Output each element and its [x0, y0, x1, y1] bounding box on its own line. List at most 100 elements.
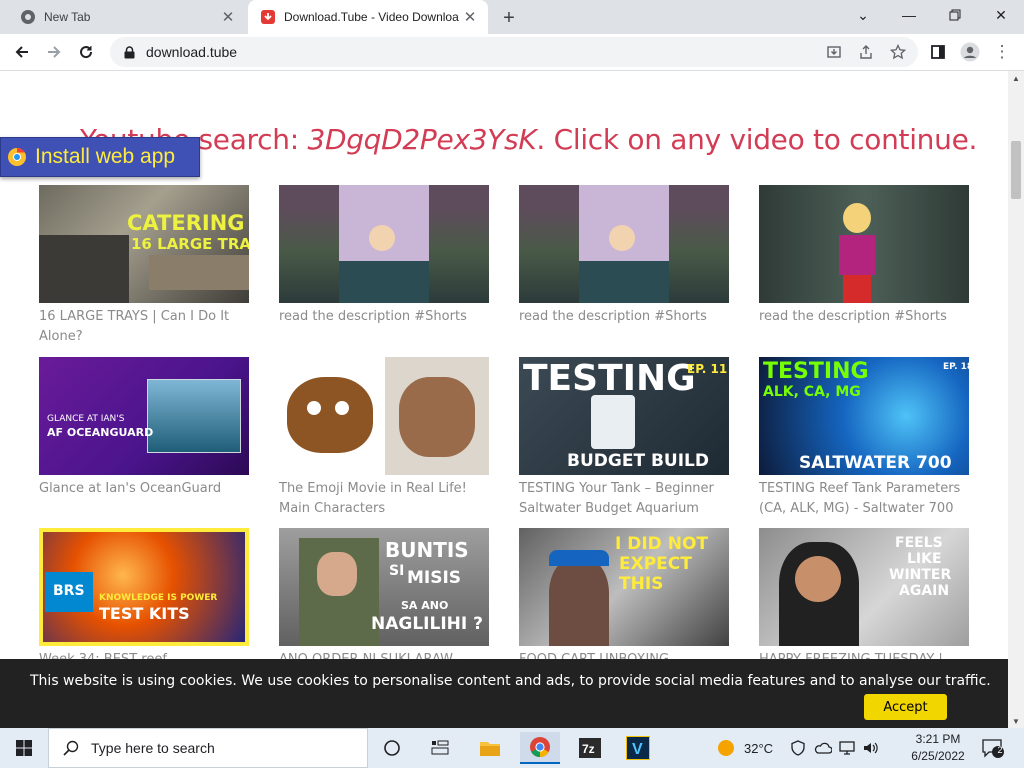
install-web-app-button[interactable]: Install web app [0, 137, 200, 177]
share-icon[interactable] [854, 40, 878, 64]
address-bar[interactable]: download.tube [110, 37, 918, 67]
chrome-logo-icon [8, 148, 26, 166]
scroll-up-arrow-icon[interactable]: ▲ [1008, 71, 1024, 85]
bookmark-star-icon[interactable] [886, 40, 910, 64]
video-thumbnail[interactable]: TESTING EP. 11 BUDGET BUILD [519, 357, 729, 475]
onedrive-icon[interactable] [814, 728, 832, 768]
video-card[interactable]: CATERING 16 LARGE TRAYS 16 LARGE TRAYS |… [39, 185, 249, 347]
install-label: Install web app [35, 145, 176, 168]
clock-time: 3:21 PM [915, 732, 961, 746]
tab-download-tube[interactable]: Download.Tube - Video Downloa ✕ [248, 0, 488, 34]
video-thumbnail[interactable]: BUNTIS SI MISIS SA ANO NAGLILIHI ? [279, 528, 489, 646]
menu-kebab-icon[interactable]: ⋮ [988, 38, 1016, 66]
thumbnail-title-text: SI [389, 563, 405, 579]
thumbnail-title-text: THIS [619, 574, 664, 594]
video-thumbnail[interactable]: GLANCE AT IAN'S AF OCEANGUARD [39, 357, 249, 475]
video-card[interactable]: I DID NOT EXPECT THIS FOOD CART UNBOXING [519, 528, 729, 670]
video-caption[interactable]: Glance at Ian's OceanGuard [39, 479, 249, 499]
weather-widget[interactable]: 32°C [716, 728, 773, 768]
video-card[interactable]: read the description #Shorts [279, 185, 489, 327]
video-thumbnail[interactable] [759, 185, 969, 303]
video-caption[interactable]: read the description #Shorts [759, 307, 969, 327]
task-view-icon[interactable] [372, 732, 412, 764]
profile-avatar-icon[interactable] [956, 38, 984, 66]
page-scrollbar[interactable]: ▲ ▼ [1008, 71, 1024, 728]
scrollbar-thumb[interactable] [1011, 141, 1021, 199]
thumbnail-title-text: TEST KITS [99, 604, 190, 623]
video-thumbnail[interactable]: I DID NOT EXPECT THIS [519, 528, 729, 646]
thumbnail-subtitle-text: SA ANO [401, 599, 449, 612]
video-card[interactable]: GLANCE AT IAN'S AF OCEANGUARD Glance at … [39, 357, 249, 499]
thumbnail-title-text: BUNTIS [385, 538, 469, 562]
close-tab-icon[interactable]: ✕ [218, 7, 238, 27]
video-card[interactable]: read the description #Shorts [759, 185, 969, 327]
network-icon[interactable] [838, 728, 856, 768]
video-card[interactable]: The Emoji Movie in Real Life! Main Chara… [279, 357, 489, 519]
sun-icon [718, 740, 734, 756]
v-app-icon[interactable]: V [618, 732, 658, 764]
browser-toolbar: download.tube ⋮ [0, 34, 1024, 71]
download-tube-favicon [260, 9, 276, 25]
thumbnail-subtitle-text: GLANCE AT IAN'S [47, 414, 125, 424]
notifications-icon[interactable]: 2 [982, 728, 1004, 768]
forward-arrow-icon[interactable] [40, 38, 68, 66]
widgets-icon[interactable] [420, 732, 460, 764]
notification-count: 2 [997, 745, 1003, 755]
video-thumbnail[interactable]: TESTING ALK, CA, MG EP. 18 SALTWATER 700 [759, 357, 969, 475]
file-explorer-icon[interactable] [470, 732, 510, 764]
install-app-icon[interactable] [822, 40, 846, 64]
video-card[interactable]: TESTING ALK, CA, MG EP. 18 SALTWATER 700… [759, 357, 969, 519]
thumbnail-title-text: TESTING [523, 358, 696, 399]
reload-icon[interactable] [72, 38, 100, 66]
video-card[interactable]: read the description #Shorts [519, 185, 729, 327]
thumbnail-episode-text: EP. 18 [943, 362, 969, 372]
video-caption[interactable]: read the description #Shorts [279, 307, 489, 327]
video-thumbnail[interactable] [279, 357, 489, 475]
video-caption[interactable]: TESTING Your Tank – Beginner Saltwater B… [519, 479, 729, 519]
tab-new-tab[interactable]: New Tab ✕ [8, 0, 246, 34]
page-content: Youtube search: 3DgqD2Pex3YsK. Click on … [0, 71, 1008, 728]
windows-start-icon[interactable] [0, 728, 48, 768]
video-card[interactable]: TESTING EP. 11 BUDGET BUILD TESTING Your… [519, 357, 729, 519]
tab-title: New Tab [44, 10, 91, 24]
close-tab-icon[interactable]: ✕ [460, 7, 480, 27]
thumbnail-subtitle-text: ALK, CA, MG [763, 384, 861, 400]
taskbar-search-box[interactable]: Type here to search [48, 728, 368, 768]
video-card[interactable]: BUNTIS SI MISIS SA ANO NAGLILIHI ? ANO O… [279, 528, 489, 670]
lock-icon[interactable] [122, 45, 136, 59]
close-window-button[interactable]: ✕ [978, 0, 1024, 30]
restore-button[interactable] [932, 0, 978, 30]
thumbnail-logo-text: BRS [53, 583, 85, 599]
video-thumbnail[interactable]: BRS KNOWLEDGE IS POWER TEST KITS [39, 528, 249, 646]
chrome-taskbar-icon[interactable] [520, 732, 560, 764]
thumbnail-title-text: AGAIN [899, 583, 950, 599]
minimize-button[interactable]: — [886, 0, 932, 30]
tab-search-icon[interactable]: ⌄ [840, 0, 886, 30]
video-caption[interactable]: TESTING Reef Tank Parameters (CA, ALK, M… [759, 479, 969, 519]
video-thumbnail[interactable] [279, 185, 489, 303]
video-caption[interactable]: The Emoji Movie in Real Life! Main Chara… [279, 479, 489, 519]
video-thumbnail[interactable]: CATERING 16 LARGE TRAYS [39, 185, 249, 303]
accept-cookies-button[interactable]: Accept [864, 694, 947, 720]
video-thumbnail[interactable]: FEELS LIKE WINTER AGAIN [759, 528, 969, 646]
7zip-icon[interactable]: 7z [570, 732, 610, 764]
volume-icon[interactable] [862, 728, 880, 768]
page-heading: Youtube search: 3DgqD2Pex3YsK. Click on … [80, 123, 977, 156]
security-icon[interactable] [790, 728, 806, 768]
thumbnail-subtitle-text: KNOWLEDGE IS POWER [99, 593, 218, 603]
video-caption[interactable]: read the description #Shorts [519, 307, 729, 327]
video-card[interactable]: BRS KNOWLEDGE IS POWER TEST KITS Week 34… [39, 528, 249, 670]
side-panel-icon[interactable] [924, 38, 952, 66]
thumbnail-title-text: I DID NOT [615, 534, 708, 554]
scroll-down-arrow-icon[interactable]: ▼ [1008, 714, 1024, 728]
back-arrow-icon[interactable] [8, 38, 36, 66]
thumbnail-subtitle-text: BUDGET BUILD [567, 451, 709, 471]
new-tab-button[interactable]: + [498, 7, 520, 29]
windows-taskbar: Type here to search 7z V 32°C 3:21 PM 6/… [0, 728, 1024, 768]
video-caption[interactable]: 16 LARGE TRAYS | Can I Do It Alone? [39, 307, 249, 347]
system-clock[interactable]: 3:21 PM 6/25/2022 [898, 731, 978, 765]
heading-suffix: . Click on any video to continue. [536, 123, 978, 156]
tab-strip: New Tab ✕ Download.Tube - Video Downloa … [0, 0, 1024, 34]
video-thumbnail[interactable] [519, 185, 729, 303]
cookie-banner: This website is using cookies. We use co… [0, 659, 1008, 728]
